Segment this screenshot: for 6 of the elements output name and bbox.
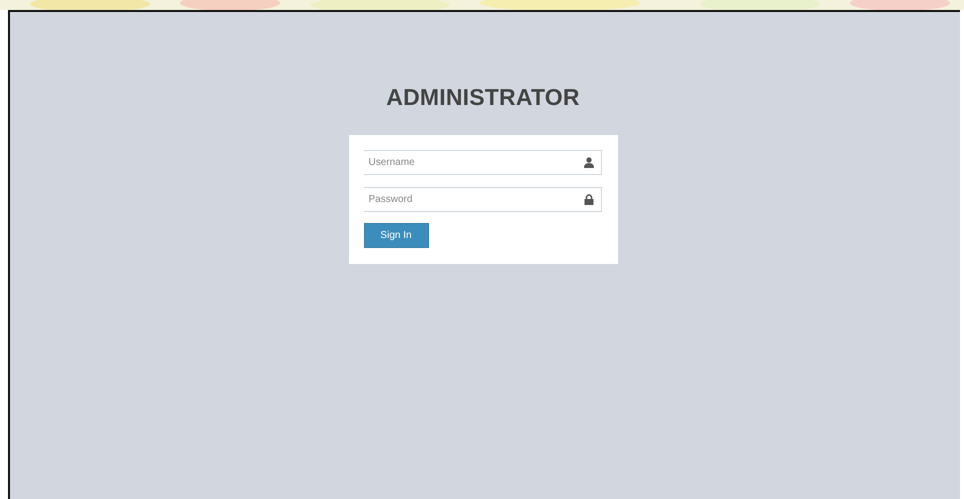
- user-icon: [584, 157, 594, 168]
- lock-icon: [584, 194, 594, 205]
- password-field[interactable]: Password: [364, 187, 602, 212]
- sign-in-button[interactable]: Sign In: [364, 223, 428, 248]
- username-field[interactable]: Username: [364, 150, 602, 175]
- page-title: ADMINISTRATOR: [386, 84, 580, 111]
